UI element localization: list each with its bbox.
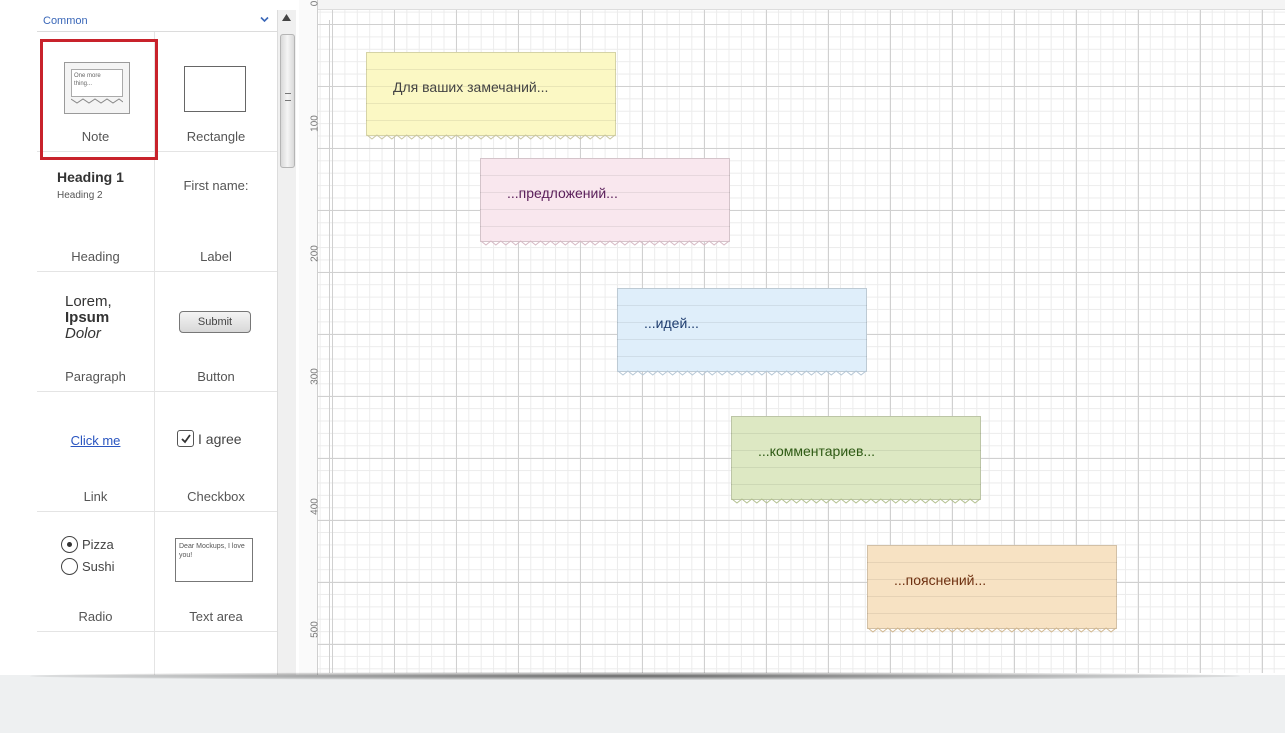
- palette-section-title: Common: [43, 15, 88, 27]
- palette-item-label: Heading: [71, 249, 120, 264]
- palette-item-label: Button: [197, 369, 235, 384]
- label-thumbnail-text: First name:: [183, 178, 249, 193]
- note-text: Для ваших замечаний...: [393, 79, 549, 95]
- left-ruler: 0 100 200 300 400 500: [299, 0, 321, 675]
- sticky-note[interactable]: ...комментариев...: [731, 416, 981, 504]
- palette-section-header[interactable]: Common: [37, 10, 277, 32]
- heading-thumbnail-h1: Heading 1: [57, 169, 124, 185]
- palette-scrollbar[interactable]: [277, 10, 296, 678]
- palette-item-label-control[interactable]: First name: Label: [155, 152, 277, 272]
- checkbox-thumbnail: I agree: [177, 430, 242, 447]
- radio-option-text: Pizza: [82, 537, 114, 552]
- sticky-note[interactable]: ...идей...: [617, 288, 867, 376]
- note-text: ...комментариев...: [758, 443, 876, 459]
- paragraph-thumbnail-line1: Lorem,: [65, 293, 112, 310]
- palette-item-radio[interactable]: Pizza Sushi Radio: [37, 512, 155, 632]
- palette-item-rectangle[interactable]: Rectangle: [155, 32, 277, 152]
- zigzag-edge-icon: [618, 370, 866, 376]
- radio-thumbnail-option-2: Sushi: [61, 558, 115, 575]
- sticky-note[interactable]: ...пояснений...: [867, 545, 1117, 633]
- heading-thumbnail-h2: Heading 2: [57, 190, 103, 201]
- palette-item-button[interactable]: Submit Button: [155, 272, 277, 392]
- palette-item-link[interactable]: Click me Link: [37, 392, 155, 512]
- rectangle-thumbnail: [184, 66, 246, 112]
- zigzag-edge-icon: [732, 498, 980, 504]
- radio-option-text: Sushi: [82, 559, 115, 574]
- drop-shadow: [30, 672, 1240, 680]
- palette-item-label: Checkbox: [187, 489, 245, 504]
- radio-thumbnail-option-1: Pizza: [61, 536, 114, 553]
- palette-item-label: Label: [200, 249, 232, 264]
- palette-cell-empty: [37, 632, 155, 678]
- palette-item-textarea[interactable]: Dear Mockups, I love you! Text area: [155, 512, 277, 632]
- note-text: ...идей...: [644, 315, 699, 331]
- sticky-note[interactable]: ...предложений...: [480, 158, 730, 246]
- palette-item-label: Paragraph: [65, 369, 126, 384]
- canvas-edge: [329, 20, 330, 673]
- button-thumbnail: Submit: [179, 311, 251, 333]
- arrow-up-icon[interactable]: [282, 14, 291, 21]
- radio-unselected-icon: [61, 558, 78, 575]
- palette-item-label: Radio: [78, 609, 113, 624]
- checkbox-checked-icon: [177, 430, 194, 447]
- checkbox-thumbnail-text: I agree: [198, 430, 242, 447]
- palette-cell-empty: [155, 632, 277, 678]
- selection-highlight: [40, 39, 158, 160]
- palette-item-label: Rectangle: [186, 129, 246, 144]
- note-text: ...пояснений...: [894, 572, 987, 588]
- paragraph-thumbnail-line3: Dolor: [65, 325, 101, 342]
- page-bottom-area: [0, 675, 1285, 733]
- zigzag-edge-icon: [367, 134, 615, 140]
- chevron-down-icon[interactable]: [259, 14, 270, 25]
- palette-item-checkbox[interactable]: I agree Checkbox: [155, 392, 277, 512]
- link-thumbnail: Click me: [70, 433, 121, 448]
- top-ruler: [318, 0, 1285, 10]
- paragraph-thumbnail: Lorem, Ipsum Dolor: [65, 294, 112, 342]
- zigzag-edge-icon: [868, 627, 1116, 633]
- sticky-note[interactable]: Для ваших замечаний...: [366, 52, 616, 140]
- note-text: ...предложений...: [507, 185, 618, 201]
- palette-item-heading[interactable]: Heading 1 Heading 2 Heading: [37, 152, 155, 272]
- palette-item-label: Text area: [189, 609, 243, 624]
- scrollbar-thumb[interactable]: [280, 34, 295, 168]
- palette-item-label: Link: [83, 489, 108, 504]
- textarea-thumbnail: Dear Mockups, I love you!: [175, 538, 253, 582]
- zigzag-edge-icon: [481, 240, 729, 246]
- palette-item-paragraph[interactable]: Lorem, Ipsum Dolor Paragraph: [37, 272, 155, 392]
- grip-icon: [285, 93, 291, 101]
- paragraph-thumbnail-line2: Ipsum: [65, 309, 110, 326]
- radio-selected-icon: [61, 536, 78, 553]
